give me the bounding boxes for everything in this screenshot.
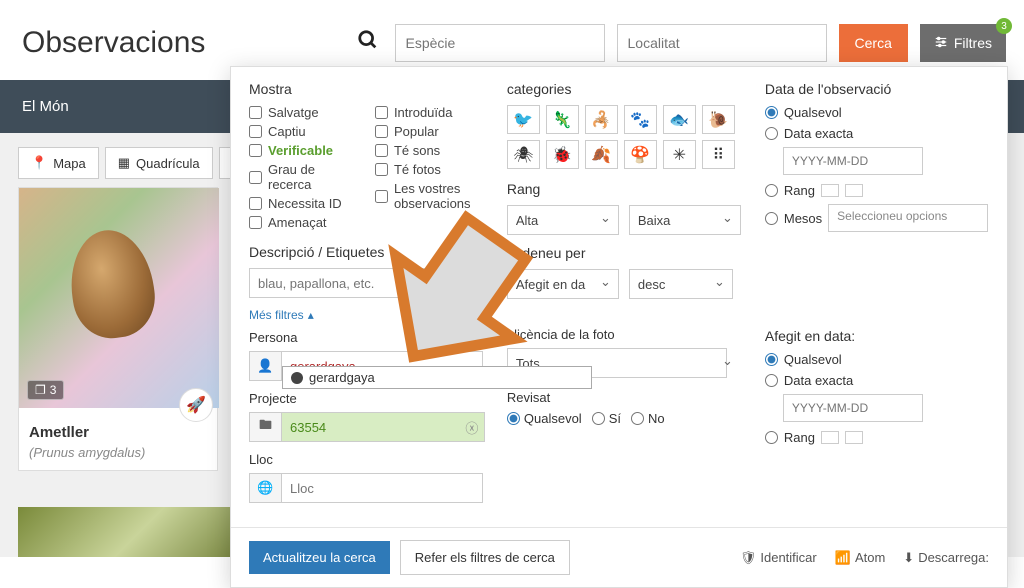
obsdate-exact-radio[interactable]: Data exacta xyxy=(765,126,989,141)
obsdate-months-radio[interactable]: Mesos xyxy=(765,211,822,226)
rss-icon: 📶 xyxy=(835,550,851,566)
lloc-label: Lloc xyxy=(249,452,483,467)
cat-insect-icon[interactable]: 🐞 xyxy=(546,140,579,169)
chevron-up-icon: ▴ xyxy=(308,308,314,322)
search-icon xyxy=(357,29,379,57)
cb-necessita-id[interactable]: Necessita ID xyxy=(249,196,357,211)
added-exact-radio[interactable]: Data exacta xyxy=(765,373,989,388)
lloc-input[interactable] xyxy=(281,473,483,503)
identify-link[interactable]: 🛡Identificar xyxy=(740,550,817,566)
observation-scientific-name: (Prunus amygdalus) xyxy=(19,445,217,470)
cb-te-sons[interactable]: Té sons xyxy=(375,143,483,158)
cat-plant-icon[interactable]: 🍂 xyxy=(585,140,618,169)
projecte-input[interactable] xyxy=(281,412,485,442)
observation-card[interactable]: ❐ 3 🚀 Ametller (Prunus amygdalus) xyxy=(18,187,218,471)
cb-amenacat[interactable]: Amenaçat xyxy=(249,215,357,230)
search-button[interactable]: Cerca xyxy=(839,24,908,62)
download-icon: ⬇ xyxy=(903,550,914,566)
added-date-title: Afegit en data: xyxy=(765,328,989,344)
added-end-input[interactable] xyxy=(845,431,863,444)
cat-protozoa-icon[interactable]: ✳ xyxy=(663,140,696,169)
categories-title: categories xyxy=(507,81,741,97)
cat-fungi-icon[interactable]: 🍄 xyxy=(624,140,657,169)
rev-any-radio[interactable]: Qualsevol xyxy=(507,411,582,426)
species-input[interactable] xyxy=(395,24,605,62)
clear-project-icon[interactable]: ⓧ xyxy=(461,412,483,442)
cb-captiu[interactable]: Captiu xyxy=(249,124,357,139)
added-start-input[interactable] xyxy=(821,431,839,444)
obsdate-range-radio[interactable]: Rang xyxy=(765,183,815,198)
sort-title: Ordeneu per xyxy=(507,245,741,261)
page-title: Observacions xyxy=(22,26,205,60)
desc-input[interactable] xyxy=(249,268,483,298)
stack-icon: ❐ xyxy=(35,383,46,397)
sliders-icon xyxy=(934,35,948,52)
obsdate-start-input[interactable] xyxy=(821,184,839,197)
cat-fish-icon[interactable]: 🐟 xyxy=(663,105,696,134)
rank-low-select[interactable]: Baixa xyxy=(629,205,741,235)
added-any-radio[interactable]: Qualsevol xyxy=(765,352,989,367)
observation-image[interactable]: ❐ 3 🚀 xyxy=(19,188,219,408)
obsdate-end-input[interactable] xyxy=(845,184,863,197)
more-filters-link[interactable]: Més filtres▴ xyxy=(249,308,483,322)
globe-icon: 🌐 xyxy=(249,473,281,503)
added-exact-input[interactable] xyxy=(783,394,923,422)
cat-mammal-icon[interactable]: 🐾 xyxy=(624,105,657,134)
cb-grau-recerca[interactable]: Grau de recerca xyxy=(249,162,357,192)
mostra-title: Mostra xyxy=(249,81,483,97)
cat-unknown-icon[interactable]: ⠿ xyxy=(702,140,735,169)
rev-yes-radio[interactable]: Sí xyxy=(592,411,621,426)
cat-reptile-icon[interactable]: 🦂 xyxy=(585,105,618,134)
view-grid-button[interactable]: ▦ Quadrícula xyxy=(105,147,213,179)
obsdate-any-radio[interactable]: Qualsevol xyxy=(765,105,989,120)
pin-icon: 📍 xyxy=(31,155,47,171)
obsdate-exact-input[interactable] xyxy=(783,147,923,175)
reset-filters-button[interactable]: Refer els filtres de cerca xyxy=(400,540,570,575)
cb-introduida[interactable]: Introduïda xyxy=(375,105,483,120)
obs-date-title: Data de l'observació xyxy=(765,81,989,97)
briefcase-icon: 🖿 xyxy=(249,412,281,442)
sort-field-select[interactable]: Afegit en da xyxy=(507,269,619,299)
filters-count-badge: 3 xyxy=(996,18,1012,34)
revisat-title: Revisat xyxy=(507,390,741,405)
shield-icon: 🛡 xyxy=(740,550,757,566)
locality-input[interactable] xyxy=(617,24,827,62)
update-search-button[interactable]: Actualitzeu la cerca xyxy=(249,541,390,574)
persona-label: Persona xyxy=(249,330,483,345)
grid-icon: ▦ xyxy=(118,155,130,171)
cb-vostres-obs[interactable]: Les vostres observacions xyxy=(375,181,483,211)
added-range-radio[interactable]: Rang xyxy=(765,430,815,445)
cb-salvatge[interactable]: Salvatge xyxy=(249,105,357,120)
user-avatar[interactable]: 🚀 xyxy=(179,388,213,422)
download-link[interactable]: ⬇Descarrega: xyxy=(903,550,989,566)
filters-panel: Mostra Salvatge Captiu Verificable Grau … xyxy=(230,66,1008,588)
cat-amphibian-icon[interactable]: 🦎 xyxy=(546,105,579,134)
months-select[interactable]: Seleccioneu opcions xyxy=(828,204,988,232)
avatar-dot-icon xyxy=(291,372,303,384)
cb-popular[interactable]: Popular xyxy=(375,124,483,139)
view-map-button[interactable]: 📍 Mapa xyxy=(18,147,99,179)
cat-mollusk-icon[interactable]: 🐌 xyxy=(702,105,735,134)
cb-verificable[interactable]: Verificable xyxy=(249,143,357,158)
rev-no-radio[interactable]: No xyxy=(631,411,665,426)
atom-link[interactable]: 📶Atom xyxy=(835,550,886,566)
desc-title: Descripció / Etiquetes xyxy=(249,244,483,260)
person-icon: 👤 xyxy=(249,351,281,381)
rang-title: Rang xyxy=(507,181,741,197)
photo-count-badge: ❐ 3 xyxy=(27,380,64,400)
sort-dir-select[interactable]: desc xyxy=(629,269,733,299)
cat-arachnid-icon[interactable]: 🕷 xyxy=(507,140,540,169)
projecte-label: Projecte xyxy=(249,391,483,406)
persona-suggest-item[interactable]: gerardgaya xyxy=(282,366,592,389)
cat-bird-icon[interactable]: 🐦 xyxy=(507,105,540,134)
cb-te-fotos[interactable]: Té fotos xyxy=(375,162,483,177)
rank-high-select[interactable]: Alta xyxy=(507,205,619,235)
filters-button[interactable]: Filtres 3 xyxy=(920,24,1006,62)
license-title: Llicència de la foto xyxy=(507,327,741,342)
